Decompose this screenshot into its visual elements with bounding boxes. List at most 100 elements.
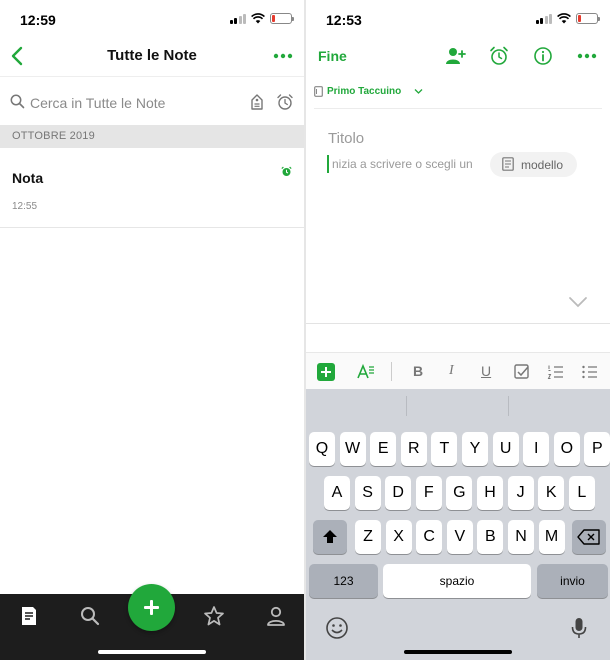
status-bar: 12:59: [0, 0, 304, 40]
key-j[interactable]: J: [507, 476, 534, 510]
alarm-icon[interactable]: [488, 45, 510, 67]
more-icon[interactable]: [576, 45, 598, 67]
signal-icon: [535, 13, 552, 24]
notes-list-screen: 12:59 Tutte le Note Cerca in Tutte le No…: [0, 0, 304, 660]
key-k[interactable]: K: [538, 476, 565, 510]
shift-icon: [323, 530, 337, 543]
status-bar: 12:53: [306, 0, 610, 40]
star-icon[interactable]: [202, 604, 226, 628]
notebook-label: Primo Taccuino: [327, 86, 402, 97]
text-cursor: [327, 155, 329, 173]
search-bar[interactable]: Cerca in Tutte le Note: [0, 76, 304, 126]
key-v[interactable]: V: [446, 520, 473, 554]
new-note-button[interactable]: [128, 584, 175, 631]
italic-icon[interactable]: I: [449, 363, 454, 379]
key-g[interactable]: G: [446, 476, 473, 510]
note-body-input[interactable]: nizia a scrivere o scegli un: [332, 157, 473, 171]
space-key[interactable]: spazio: [383, 564, 531, 598]
insert-button[interactable]: [317, 363, 335, 381]
suggestion-separator: [508, 396, 509, 416]
key-w[interactable]: W: [339, 432, 366, 466]
key-z[interactable]: Z: [355, 520, 381, 554]
alarm-icon[interactable]: [276, 93, 294, 111]
key-b[interactable]: B: [477, 520, 504, 554]
backspace-key[interactable]: [572, 520, 606, 554]
bullet-list-icon[interactable]: [580, 362, 600, 382]
key-r[interactable]: R: [400, 432, 427, 466]
battery-icon: [270, 13, 294, 24]
key-d[interactable]: D: [385, 476, 412, 510]
note-title: Nota: [12, 170, 44, 186]
key-c[interactable]: C: [416, 520, 443, 554]
status-icons: [535, 13, 600, 24]
on-screen-keyboard: 123 spazio invio QWERTYUIOP ASDFGHJKL ZXCV…: [306, 389, 610, 660]
section-header-label: OTTOBRE 2019: [12, 130, 95, 142]
info-icon[interactable]: [532, 45, 554, 67]
template-label: modello: [521, 158, 564, 172]
key-i[interactable]: I: [523, 432, 550, 466]
home-indicator: [98, 650, 206, 654]
template-button[interactable]: modello: [490, 152, 577, 177]
home-indicator: [404, 650, 512, 654]
key-f[interactable]: F: [415, 476, 442, 510]
signal-icon: [229, 13, 246, 24]
numbered-list-icon[interactable]: [546, 362, 566, 382]
formatting-toolbar: B I U: [306, 352, 610, 389]
shift-key[interactable]: [313, 520, 347, 554]
notebook-divider: [314, 108, 602, 109]
status-icons: [229, 13, 294, 24]
note-list-item[interactable]: Nota 12:55: [0, 148, 304, 228]
chevron-down-icon: [414, 89, 423, 94]
key-m[interactable]: M: [538, 520, 565, 554]
search-icon[interactable]: [78, 604, 102, 628]
key-u[interactable]: U: [492, 432, 519, 466]
notebook-icon: [314, 86, 323, 97]
key-l[interactable]: L: [568, 476, 595, 510]
key-s[interactable]: S: [354, 476, 381, 510]
done-button[interactable]: Fine: [318, 48, 347, 64]
suggestion-separator: [406, 396, 407, 416]
key-q[interactable]: Q: [309, 432, 335, 466]
key-p[interactable]: P: [584, 432, 610, 466]
notes-icon[interactable]: [17, 604, 41, 628]
return-key[interactable]: invio: [537, 564, 608, 598]
numbers-key[interactable]: 123: [309, 564, 378, 598]
underline-icon[interactable]: U: [481, 363, 491, 379]
key-h[interactable]: H: [477, 476, 503, 510]
note-title-input[interactable]: Titolo: [328, 130, 364, 147]
key-a[interactable]: A: [324, 476, 350, 510]
backspace-icon: [577, 529, 600, 545]
editor-nav-bar: Fine: [306, 40, 610, 74]
wifi-icon: [557, 13, 571, 24]
key-o[interactable]: O: [553, 432, 580, 466]
page-title: Tutte le Note: [107, 47, 197, 64]
tag-icon[interactable]: [248, 93, 266, 111]
nav-bar: Tutte le Note: [0, 40, 304, 74]
checkbox-icon[interactable]: [512, 362, 532, 382]
editor-divider: [306, 323, 610, 324]
status-time: 12:53: [326, 12, 362, 28]
key-n[interactable]: N: [508, 520, 534, 554]
more-icon[interactable]: [272, 46, 294, 66]
notebook-selector[interactable]: Primo Taccuino: [306, 80, 610, 110]
battery-icon: [576, 13, 600, 24]
key-e[interactable]: E: [370, 432, 397, 466]
microphone-icon[interactable]: [570, 616, 588, 640]
search-icon: [10, 94, 25, 109]
toolbar-separator: [391, 362, 392, 381]
text-style-icon[interactable]: [356, 362, 376, 382]
wifi-icon: [251, 13, 265, 24]
key-y[interactable]: Y: [462, 432, 488, 466]
key-x[interactable]: X: [385, 520, 412, 554]
section-header: OTTOBRE 2019: [0, 125, 304, 148]
search-input[interactable]: Cerca in Tutte le Note: [30, 95, 165, 111]
reminder-alarm-icon: [281, 166, 292, 176]
emoji-icon[interactable]: [325, 616, 349, 640]
bold-icon[interactable]: B: [413, 363, 423, 379]
note-time: 12:55: [12, 201, 38, 212]
key-t[interactable]: T: [431, 432, 458, 466]
add-user-icon[interactable]: [444, 45, 466, 67]
profile-icon[interactable]: [264, 604, 288, 628]
collapse-chevron-icon[interactable]: [568, 296, 588, 308]
status-time: 12:59: [20, 12, 56, 28]
